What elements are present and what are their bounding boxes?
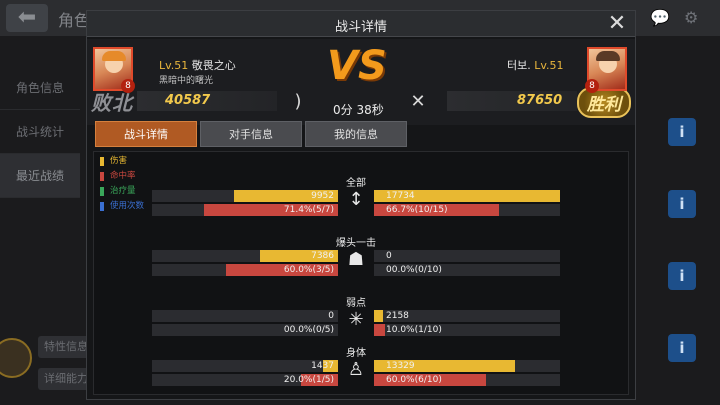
legend: 伤害 命中率 治疗量 使用次数: [100, 154, 144, 214]
info-button-2[interactable]: i: [668, 190, 696, 218]
stat-category-label: 身体: [346, 348, 366, 359]
medal-icon: [0, 338, 32, 378]
battle-detail-dialog: 战斗详情 ✕ 8 Lv.51 敬畏之心 黑暗中的曙光 败北 40587 ) VS…: [86, 10, 636, 400]
screen: ⬅ 角色 💬 ⚙ 角色信息 战斗统计 最近战绩 i i i i 特性信息 详细能…: [0, 0, 720, 405]
legend-hit-rate-label: 命中率: [110, 171, 136, 181]
info-button-4[interactable]: i: [668, 334, 696, 362]
right-damage-value: 2158: [386, 311, 409, 321]
right-result-win: 胜利: [577, 87, 631, 118]
left-damage-value: 7386: [311, 251, 334, 261]
tab-opponent-info[interactable]: 对手信息: [200, 121, 302, 147]
legend-uses: 使用次数: [100, 199, 144, 214]
right-hit-value: 66.7%(10/15): [386, 205, 448, 215]
helmet-icon: ☗: [347, 249, 365, 270]
back-button[interactable]: ⬅: [6, 4, 48, 32]
gear-icon[interactable]: ⚙: [684, 8, 708, 28]
left-player-score: 40587: [165, 93, 211, 108]
tab-battle-detail[interactable]: 战斗详情: [95, 121, 197, 147]
bow-icon: ): [294, 91, 302, 112]
weakpoint-icon: ✳: [348, 309, 364, 330]
right-player-level: Lv.51: [534, 59, 564, 72]
left-hit-value: 71.4%(5/7): [283, 205, 334, 215]
right-damage-value: 13329: [386, 361, 415, 371]
right-damage-value: 0: [386, 251, 392, 261]
right-player-level-name: 터보. Lv.51: [507, 57, 564, 73]
left-player-name: 敬畏之心: [191, 59, 236, 72]
stats-panel: 伤害 命中率 治疗量 使用次数 全部 ↕ 9952 17734 71.4%(5/7) 66…: [93, 151, 629, 395]
right-player-score: 87650: [517, 93, 563, 108]
right-damage-value: 17734: [386, 191, 415, 201]
dialog-title: 战斗详情: [334, 20, 387, 35]
stat-category-label: 弱点: [346, 298, 366, 309]
left-hit-value: 00.0%(0/5): [283, 325, 334, 335]
info-button-1[interactable]: i: [668, 118, 696, 146]
legend-damage-swatch: [100, 157, 104, 166]
left-hit-value: 20.0%(1/5): [283, 375, 334, 385]
right-hit-value: 10.0%(1/10): [386, 325, 442, 335]
side-menu: 角色信息 战斗统计 最近战绩: [0, 66, 80, 198]
legend-healing-swatch: [100, 187, 104, 196]
legend-uses-swatch: [100, 202, 104, 211]
right-rank-badge: 8: [585, 79, 599, 93]
left-damage-value: 9952: [311, 191, 334, 201]
chat-icon[interactable]: 💬: [650, 8, 674, 28]
left-damage-value: 1437: [311, 361, 334, 371]
legend-hit-rate-swatch: [100, 172, 104, 181]
right-damage-track: [374, 250, 560, 262]
left-player-subtitle: 黑暗中的曙光: [159, 76, 214, 86]
left-damage-value: 0: [328, 311, 334, 321]
close-icon[interactable]: ✕: [605, 13, 629, 35]
info-button-3[interactable]: i: [668, 262, 696, 290]
left-player-level: Lv.51: [159, 59, 189, 72]
tab-my-info[interactable]: 我的信息: [305, 121, 407, 147]
right-damage-bar: [374, 310, 383, 322]
left-player-level-name: Lv.51 敬畏之心: [159, 57, 236, 73]
legend-damage-label: 伤害: [110, 156, 128, 166]
right-hit-value: 60.0%(6/10): [386, 375, 442, 385]
right-player-name: 터보.: [507, 59, 531, 72]
legend-healing-label: 治疗量: [110, 186, 136, 196]
match-time: 0分 38秒: [333, 103, 384, 117]
legend-damage: 伤害: [100, 154, 144, 169]
side-item-battle-stats[interactable]: 战斗统计: [0, 110, 80, 154]
arrow-icon: ↕: [348, 189, 364, 210]
side-item-recent-record[interactable]: 最近战绩: [0, 154, 80, 198]
legend-uses-label: 使用次数: [110, 201, 145, 211]
left-result-lose: 败北: [91, 91, 133, 115]
vs-emblem: VS: [327, 43, 387, 89]
crossbow-icon: ✕: [410, 91, 426, 112]
players-bar: 8 Lv.51 敬畏之心 黑暗中的曙光 败北 40587 ) VS 0分 38秒…: [87, 39, 635, 125]
dialog-header: 战斗详情 ✕: [87, 11, 635, 37]
left-hit-value: 60.0%(3/5): [283, 265, 334, 275]
left-player-avatar: 8: [93, 47, 135, 93]
stat-category-label: 全部: [346, 178, 366, 189]
right-player-avatar: 8: [585, 47, 627, 93]
side-item-character-info[interactable]: 角色信息: [0, 66, 80, 110]
legend-hit-rate: 命中率: [100, 169, 144, 184]
right-hit-bar: [374, 324, 385, 336]
stat-category-label: 爆头一击: [336, 238, 376, 249]
body-icon: ♙: [347, 359, 365, 380]
right-hit-value: 00.0%(0/10): [386, 265, 442, 275]
legend-healing: 治疗量: [100, 184, 144, 199]
